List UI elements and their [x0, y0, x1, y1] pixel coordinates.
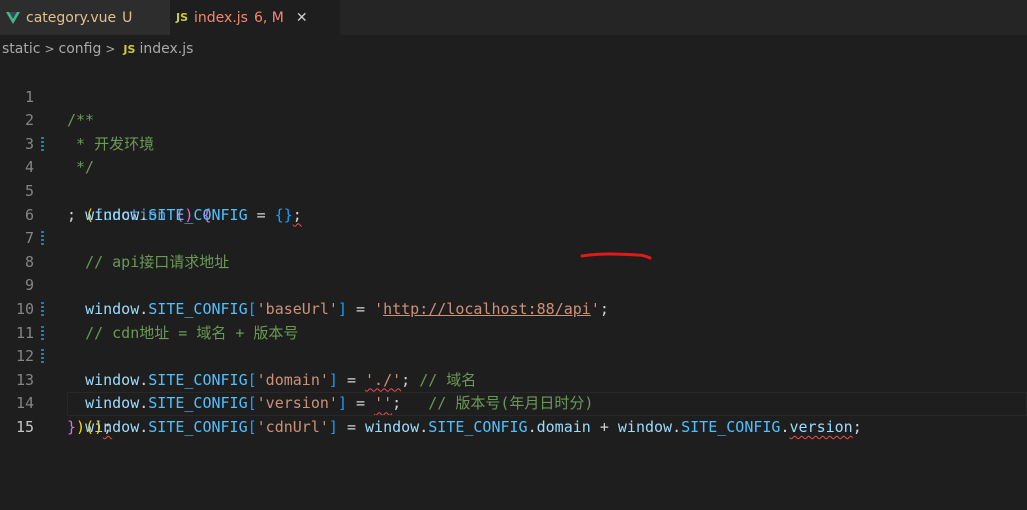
- modified-line-marker[interactable]: [41, 301, 44, 318]
- tab-label: category.vue: [26, 9, 117, 26]
- line-number: 15: [15, 417, 34, 436]
- code-line: 11 window.SITE_CONFIG['domain'] = './'; …: [0, 298, 1027, 389]
- code-line: 7 // api接口请求地址: [0, 204, 1027, 271]
- js-file-icon: JS: [176, 11, 189, 24]
- token: =: [337, 417, 366, 436]
- tab-status: U: [122, 9, 133, 26]
- code-line: 10 // cdn地址 = 域名 + 版本号: [0, 274, 1027, 342]
- token: .: [139, 417, 149, 436]
- token: window: [617, 417, 673, 436]
- code-line: 6: [0, 180, 1027, 224]
- token: ]: [328, 417, 338, 436]
- code-line: 2 * 开发环境: [0, 86, 1027, 153]
- token: .: [527, 417, 537, 436]
- breadcrumb-item-config[interactable]: config: [59, 41, 102, 57]
- token: .: [419, 417, 429, 436]
- code-line: 3 */: [0, 109, 1027, 177]
- token: version: [789, 417, 853, 436]
- token: SITE_CONFIG: [428, 417, 528, 436]
- token: SITE_CONFIG: [681, 417, 781, 436]
- token: ;: [852, 417, 862, 436]
- code-line: 8 window.SITE_CONFIG['baseUrl'] = 'http:…: [0, 227, 1027, 318]
- code-line: 4 ; (function () {: [0, 133, 1027, 224]
- token: +: [590, 417, 618, 436]
- tab-label: index.js: [194, 9, 248, 26]
- code-line: 5 window.SITE_CONFIG = {};: [0, 156, 1027, 224]
- breadcrumb: static > config > JS index.js: [0, 36, 1027, 62]
- string: 'cdnUrl': [256, 417, 329, 436]
- js-file-icon: JS: [123, 42, 136, 56]
- annotation-stroke: [580, 252, 652, 260]
- token: window: [365, 417, 420, 436]
- breadcrumb-item-file[interactable]: index.js: [139, 41, 193, 57]
- token: domain: [536, 417, 591, 436]
- code-line-current: 15: [0, 392, 1027, 436]
- token: .: [672, 417, 682, 436]
- code-editor[interactable]: 1 /** 2 * 开发环境 3 */ 4 ; (function () { 5…: [0, 62, 1027, 463]
- tab-status: 6, M: [253, 9, 284, 26]
- modified-line-marker[interactable]: [41, 136, 44, 153]
- code-line: 13 window.SITE_CONFIG['cdnUrl'] = window…: [0, 345, 1027, 436]
- tab-index-js[interactable]: JS index.js 6, M ✕: [170, 0, 340, 35]
- modified-line-marker[interactable]: [41, 231, 44, 248]
- current-line-highlight: [67, 392, 1027, 417]
- token: [: [247, 417, 257, 436]
- modified-line-marker[interactable]: [41, 349, 44, 366]
- modified-line-marker[interactable]: [41, 325, 44, 342]
- token: SITE_CONFIG: [148, 417, 248, 436]
- code-line: 14 })();: [0, 369, 1027, 436]
- token: ): [76, 417, 86, 436]
- chevron-right-icon: >: [105, 42, 116, 56]
- tab-category-vue[interactable]: category.vue U: [0, 0, 170, 35]
- breadcrumb-item-static[interactable]: static: [2, 41, 40, 57]
- tab-bar: category.vue U JS index.js 6, M ✕: [0, 0, 1027, 35]
- token: ;: [103, 417, 113, 436]
- code-line: 1 /**: [0, 62, 1027, 130]
- close-icon[interactable]: ✕: [296, 10, 308, 26]
- vue-file-icon: [6, 11, 20, 25]
- token: }: [67, 417, 77, 436]
- red-underline-annotation: [580, 252, 652, 260]
- token: .: [780, 417, 790, 436]
- token: (): [85, 417, 104, 436]
- chevron-right-icon: >: [44, 42, 55, 56]
- code-line: 9: [0, 251, 1027, 294]
- code-line: 12 window.SITE_CONFIG['version'] = ''; /…: [0, 322, 1027, 412]
